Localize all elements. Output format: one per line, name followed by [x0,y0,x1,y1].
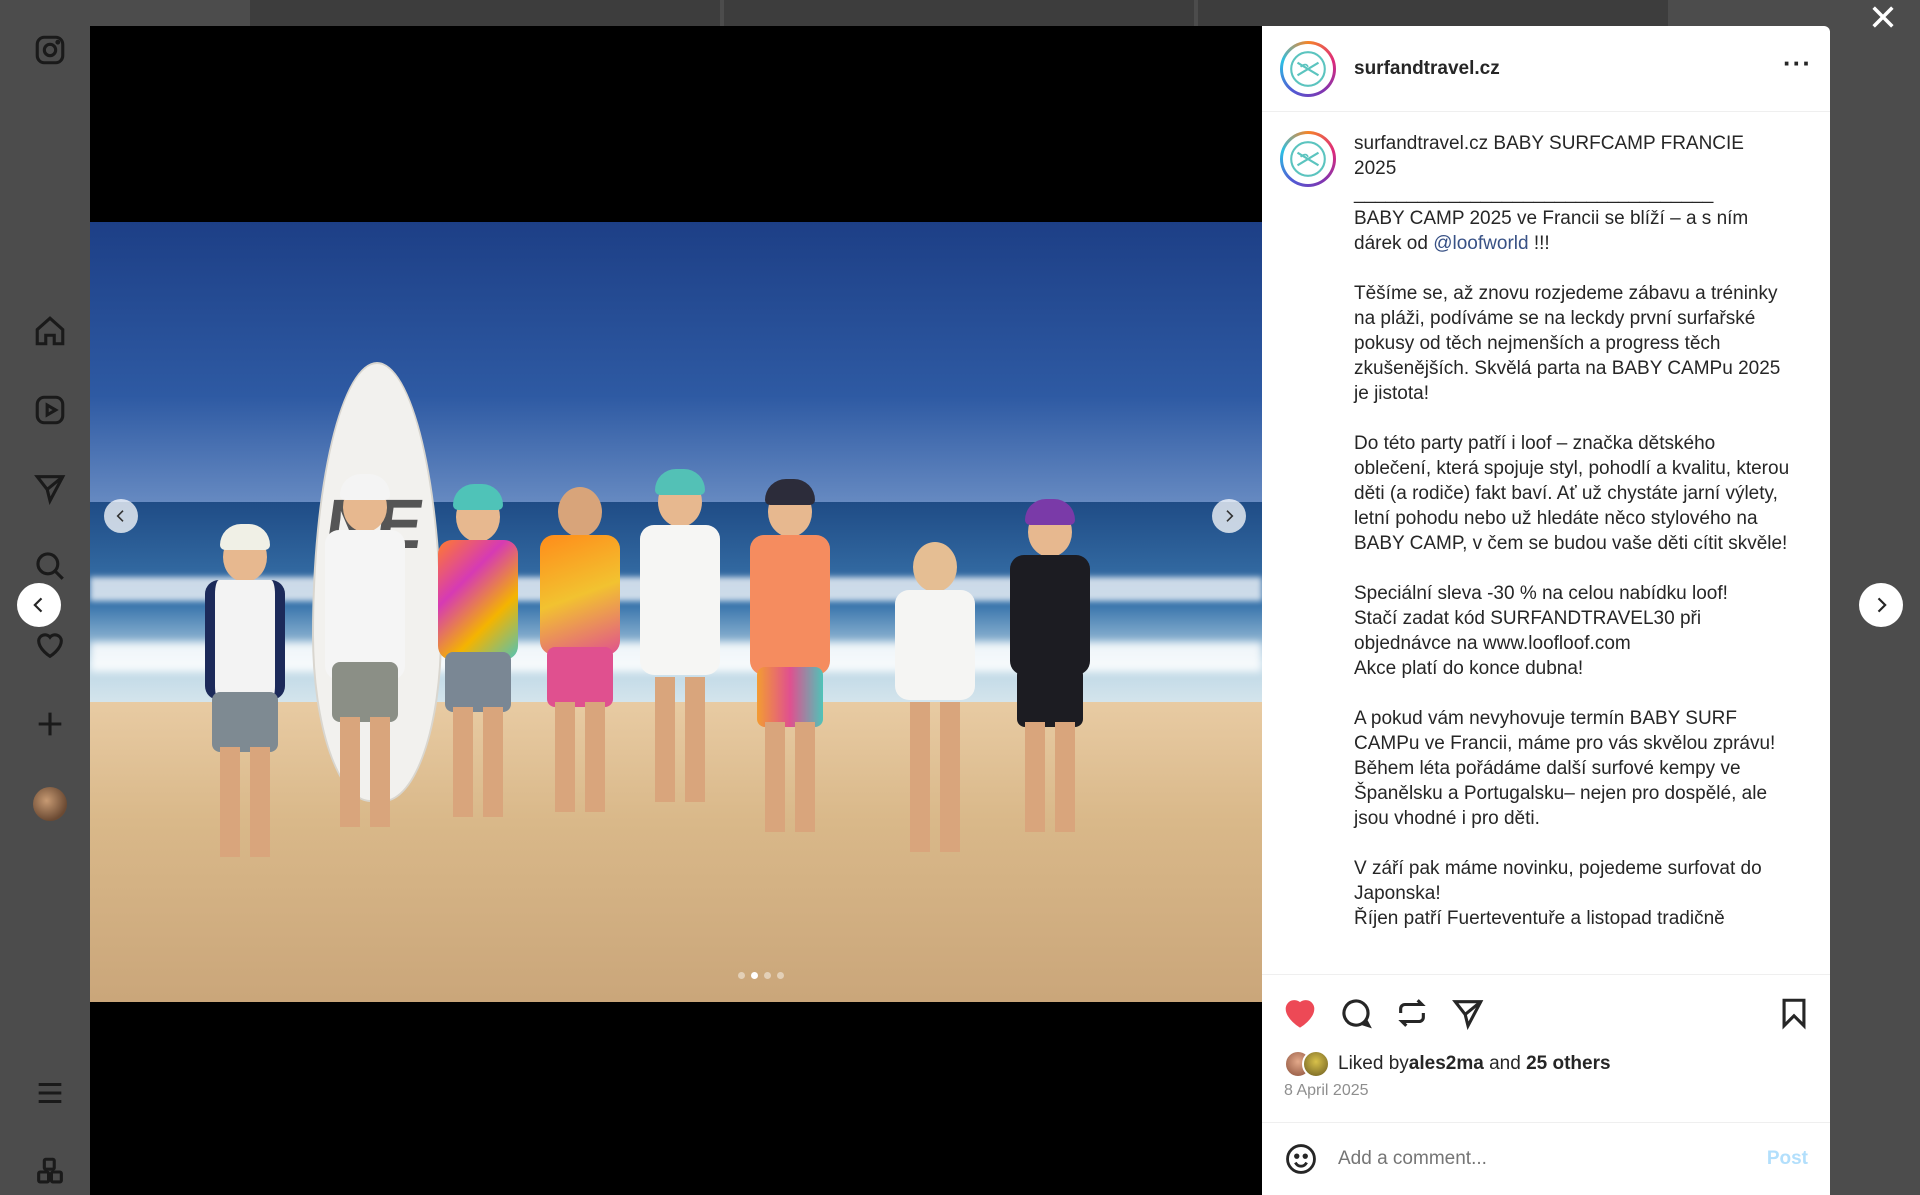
reels-icon[interactable] [30,390,70,430]
caption-divider: __________________________________ [1354,183,1714,204]
create-icon[interactable] [30,704,70,744]
child-figure [630,469,730,852]
next-photo-button[interactable] [1212,499,1246,533]
chevron-left-icon [116,510,124,522]
surf-logo-icon [1290,141,1326,177]
mention-link[interactable]: @loofworld [1433,233,1528,254]
child-figure [200,524,290,862]
caption-paragraph: BABY CAMP 2025 ve Francii se blíží – a s… [1354,208,1754,254]
comment-input[interactable] [1338,1148,1718,1170]
caption-paragraph: Do této party patří i loof – značka děts… [1354,433,1795,554]
chevron-right-icon [1226,510,1234,522]
post-details-panel: surfandtravel.cz ··· surfandtravel.cz BA… [1262,26,1830,1195]
liked-by-text: Liked by [1338,1053,1409,1074]
instagram-icon[interactable] [30,30,70,70]
liker-avatar [1302,1050,1330,1078]
comment-composer: Post [1262,1122,1830,1195]
carousel-dot [738,972,745,979]
heart-icon [1285,1000,1315,1028]
surf-logo-icon [1290,50,1326,87]
notifications-icon[interactable] [30,625,70,665]
caption-paragraph: Těšíme se, až znovu rozjedeme zábavu a t… [1354,283,1786,404]
close-modal-button[interactable] [1866,0,1900,34]
home-icon[interactable] [30,311,70,351]
post-comment-button[interactable]: Post [1767,1148,1808,1170]
carousel-indicator [738,972,784,979]
carousel-dot [777,972,784,979]
caption-paragraph: Speciální sleva -30 % na celou nabídku l… [1354,583,1728,679]
post-date[interactable]: 8 April 2025 [1284,1082,1369,1100]
comment-button[interactable] [1338,995,1374,1031]
child-figure [430,484,525,852]
more-apps-icon[interactable] [30,1152,70,1192]
share-icon [1452,1000,1484,1030]
profile-avatar[interactable] [33,787,67,821]
post-media: NE [90,26,1262,1195]
carousel-dot-active [751,972,758,979]
caption-author-avatar[interactable] [1280,131,1336,187]
bookmark-icon [1782,998,1806,1030]
post-photo[interactable]: NE [90,222,1262,1002]
chevron-right-icon [1877,597,1887,613]
emoji-icon[interactable] [1284,1142,1318,1176]
caption-text: surfandtravel.cz BABY SURFCAMP FRANCIE 2… [1354,131,1790,973]
close-icon [1872,6,1894,28]
caption-paragraph: A pokud vám nevyhovuje termín BABY SURF … [1354,708,1781,829]
messages-icon[interactable] [30,468,70,508]
author-username[interactable]: surfandtravel.cz [1354,58,1500,80]
chevron-left-icon [33,597,43,613]
caption-username[interactable]: surfandtravel.cz [1354,133,1488,154]
author-avatar[interactable] [1280,40,1336,97]
child-figure [890,542,980,852]
menu-icon[interactable] [30,1073,70,1113]
next-post-button[interactable] [1859,583,1903,627]
child-figure [740,479,840,852]
caption-paragraph: V září pak máme novinku, pojedeme surfov… [1354,858,1762,929]
share-button[interactable] [1450,995,1486,1031]
previous-post-button[interactable] [17,583,61,627]
child-figure [535,487,625,852]
previous-photo-button[interactable] [104,499,138,533]
carousel-dot [764,972,771,979]
likes-summary[interactable]: Liked by ales2ma and 25 others [1284,1050,1611,1078]
likes-count[interactable]: 25 others [1526,1053,1610,1075]
post-header: surfandtravel.cz ··· [1262,26,1830,112]
action-bar [1262,974,1830,1044]
child-figure [1005,499,1095,852]
caption-paragraph: !!! [1528,233,1550,254]
comment-icon [1342,999,1372,1029]
caption-scroll-area[interactable]: surfandtravel.cz BABY SURFCAMP FRANCIE 2… [1262,113,1830,973]
repost-icon [1398,999,1426,1027]
child-figure [315,474,415,852]
liked-and-text: and [1483,1053,1527,1074]
liker-username[interactable]: ales2ma [1409,1053,1484,1075]
search-icon[interactable] [30,546,70,586]
more-options-button[interactable]: ··· [1783,48,1812,89]
like-button[interactable] [1282,995,1318,1031]
repost-button[interactable] [1394,995,1430,1031]
save-button[interactable] [1776,995,1812,1031]
